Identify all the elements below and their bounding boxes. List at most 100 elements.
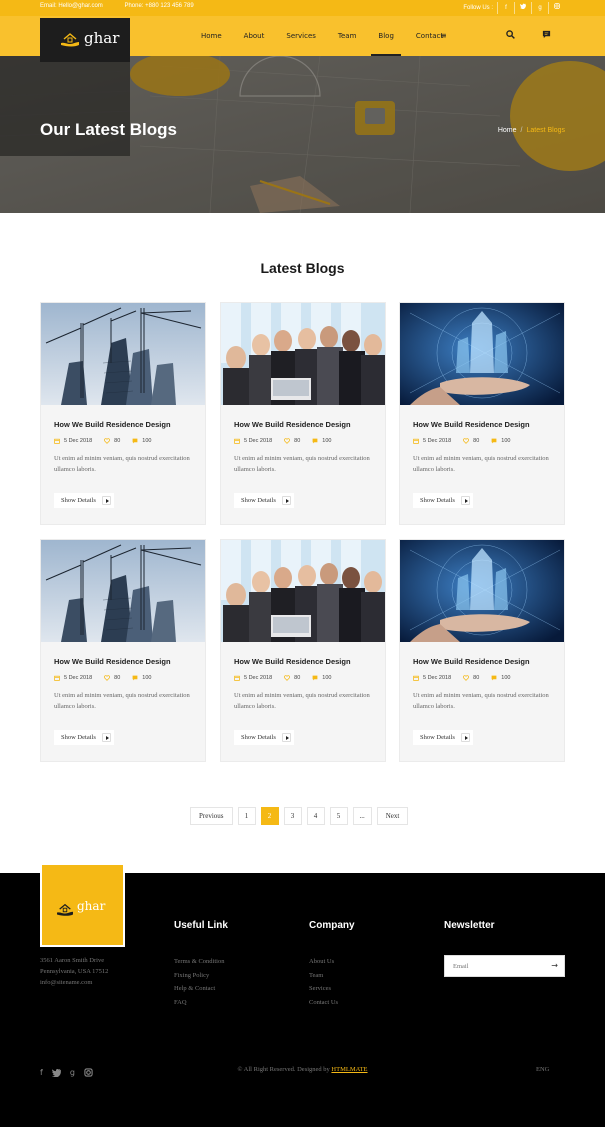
footer-link-terms[interactable]: Terms & Condition bbox=[174, 955, 224, 969]
blog-card[interactable]: How We Build Residence Design 5 Dec 2018 8… bbox=[220, 302, 386, 525]
footer-link-help[interactable]: Help & Contact bbox=[174, 982, 224, 996]
calendar-icon bbox=[54, 675, 60, 681]
heart-icon[interactable] bbox=[284, 675, 291, 681]
phone-text[interactable]: Phone: +880 123 456 789 bbox=[124, 3, 193, 9]
facebook-icon[interactable]: f bbox=[497, 2, 514, 14]
chat-icon[interactable] bbox=[542, 30, 551, 39]
pagination-ellipsis: ... bbox=[352, 807, 372, 825]
pagination-page-1[interactable]: 1 bbox=[237, 807, 256, 825]
pagination-next[interactable]: Next bbox=[376, 807, 409, 825]
show-details-button[interactable]: Show Details bbox=[54, 493, 114, 508]
heart-icon[interactable] bbox=[284, 438, 291, 444]
nav-about[interactable]: About bbox=[233, 16, 276, 56]
heart-icon[interactable] bbox=[463, 438, 470, 444]
comment-icon[interactable] bbox=[491, 438, 497, 444]
nav-home[interactable]: Home bbox=[190, 16, 233, 56]
comment-icon[interactable] bbox=[491, 675, 497, 681]
post-likes: 80 bbox=[473, 675, 480, 681]
show-details-button[interactable]: Show Details bbox=[413, 730, 473, 745]
pagination-previous[interactable]: Previous bbox=[190, 807, 233, 825]
logo[interactable]: ghar bbox=[40, 18, 130, 62]
nav-blog[interactable]: Blog bbox=[367, 16, 404, 56]
footer-logo[interactable]: ghar bbox=[40, 863, 125, 947]
language-selector[interactable]: ENG bbox=[536, 1066, 549, 1073]
post-likes: 80 bbox=[294, 438, 301, 444]
blog-card[interactable]: How We Build Residence Design 5 Dec 2018 8… bbox=[399, 302, 565, 525]
newsletter-email-input[interactable] bbox=[445, 956, 545, 976]
nav-team[interactable]: Team bbox=[327, 16, 368, 56]
comment-icon[interactable] bbox=[312, 438, 318, 444]
footer-address: 3561 Aaron Smith Drive Pennsylvania, USA… bbox=[40, 955, 108, 988]
blog-card-meta: 5 Dec 2018 80 100 bbox=[234, 438, 343, 444]
menu-icon[interactable]: ≡ bbox=[440, 16, 447, 56]
pagination-page-3[interactable]: 3 bbox=[283, 807, 302, 825]
arrow-right-icon[interactable]: → bbox=[551, 961, 558, 970]
comments-meta: 100 bbox=[132, 438, 151, 444]
footer-link-policy[interactable]: Fixing Policy bbox=[174, 969, 224, 983]
pagination-page-2[interactable]: 2 bbox=[260, 807, 279, 825]
blog-card[interactable]: How We Build Residence Design 5 Dec 2018 8… bbox=[220, 539, 386, 762]
blog-card-title[interactable]: How We Build Residence Design bbox=[234, 420, 351, 429]
comment-icon[interactable] bbox=[312, 675, 318, 681]
blog-card[interactable]: How We Build Residence Design 5 Dec 2018 8… bbox=[40, 302, 206, 525]
pagination: Previous 1 2 3 4 5 ... Next bbox=[190, 807, 409, 825]
blog-card-title[interactable]: How We Build Residence Design bbox=[413, 657, 530, 666]
footer-link-contact[interactable]: Contact Us bbox=[309, 996, 338, 1010]
blog-card-title[interactable]: How We Build Residence Design bbox=[413, 420, 530, 429]
main-nav: Home About Services Team Blog Contact bbox=[190, 16, 454, 56]
blog-card-image[interactable] bbox=[221, 540, 385, 642]
footer-link-about[interactable]: About Us bbox=[309, 955, 338, 969]
footer-email[interactable]: info@sitename.com bbox=[40, 977, 108, 988]
footer-logo-text: ghar bbox=[77, 899, 106, 913]
heart-icon[interactable] bbox=[463, 675, 470, 681]
pagination-page-5[interactable]: 5 bbox=[329, 807, 348, 825]
post-comments: 100 bbox=[142, 438, 152, 444]
show-details-button[interactable]: Show Details bbox=[234, 493, 294, 508]
likes-meta: 80 bbox=[284, 675, 300, 681]
google-plus-icon[interactable]: g bbox=[531, 2, 548, 14]
footer-link-services[interactable]: Services bbox=[309, 982, 338, 996]
calendar-icon bbox=[234, 438, 240, 444]
blog-card-image[interactable] bbox=[221, 303, 385, 405]
blog-card-image[interactable] bbox=[41, 540, 205, 642]
post-date: 5 Dec 2018 bbox=[64, 438, 93, 444]
heart-icon[interactable] bbox=[104, 438, 111, 444]
blog-card[interactable]: How We Build Residence Design 5 Dec 2018 8… bbox=[399, 539, 565, 762]
nav-contact[interactable]: Contact bbox=[405, 16, 454, 56]
blog-card-image[interactable] bbox=[41, 303, 205, 405]
show-details-button[interactable]: Show Details bbox=[234, 730, 294, 745]
pagination-page-4[interactable]: 4 bbox=[306, 807, 325, 825]
blog-card[interactable]: How We Build Residence Design 5 Dec 2018 8… bbox=[40, 539, 206, 762]
comments-meta: 100 bbox=[312, 675, 331, 681]
show-details-button[interactable]: Show Details bbox=[413, 493, 473, 508]
twitter-icon[interactable] bbox=[514, 2, 531, 14]
blog-card-title[interactable]: How We Build Residence Design bbox=[54, 420, 171, 429]
nav-services[interactable]: Services bbox=[275, 16, 327, 56]
post-date: 5 Dec 2018 bbox=[244, 438, 273, 444]
heart-icon[interactable] bbox=[104, 675, 111, 681]
blog-card-title[interactable]: How We Build Residence Design bbox=[54, 657, 171, 666]
blog-card-meta: 5 Dec 2018 80 100 bbox=[54, 675, 163, 681]
email-text[interactable]: Email: Hello@ghar.com bbox=[40, 3, 103, 9]
comment-icon[interactable] bbox=[132, 438, 138, 444]
date-meta: 5 Dec 2018 bbox=[413, 675, 451, 681]
footer-link-faq[interactable]: FAQ bbox=[174, 996, 224, 1010]
house-hand-icon bbox=[61, 33, 79, 47]
likes-meta: 80 bbox=[104, 438, 120, 444]
show-details-label: Show Details bbox=[61, 497, 96, 504]
search-icon[interactable] bbox=[506, 30, 515, 39]
blog-card-image[interactable] bbox=[400, 303, 564, 405]
post-comments: 100 bbox=[501, 438, 511, 444]
comment-icon[interactable] bbox=[132, 675, 138, 681]
instagram-icon[interactable] bbox=[548, 2, 565, 14]
designer-link[interactable]: HTMLMATE bbox=[331, 1066, 367, 1073]
comments-meta: 100 bbox=[491, 438, 510, 444]
likes-meta: 80 bbox=[463, 438, 479, 444]
show-details-button[interactable]: Show Details bbox=[54, 730, 114, 745]
blog-card-title[interactable]: How We Build Residence Design bbox=[234, 657, 351, 666]
blog-card-excerpt: Ut enim ad minim veniam, quis nostrud ex… bbox=[234, 455, 370, 473]
copyright: © All Right Reserved. Designed by HTMLMA… bbox=[0, 1066, 605, 1073]
footer-link-team[interactable]: Team bbox=[309, 969, 338, 983]
blog-card-image[interactable] bbox=[400, 540, 564, 642]
breadcrumb-home[interactable]: Home bbox=[498, 127, 517, 134]
